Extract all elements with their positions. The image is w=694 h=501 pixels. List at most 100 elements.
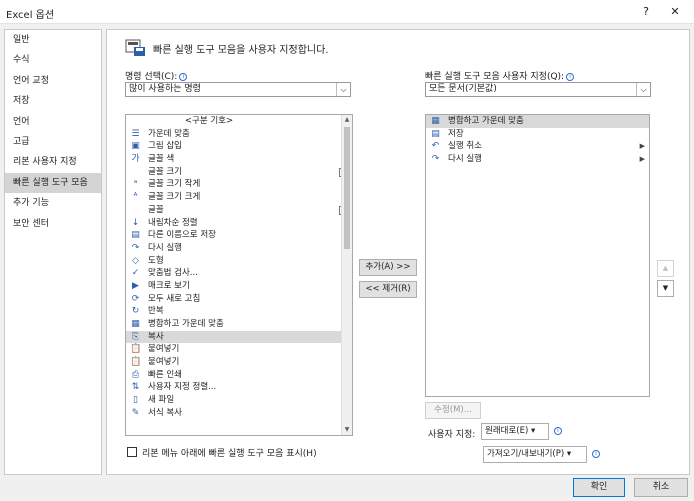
- list-item[interactable]: ⎘ 복사: [126, 330, 352, 344]
- nav-item[interactable]: 수식: [5, 50, 101, 70]
- submenu-arrow-icon: ▶: [639, 142, 645, 151]
- qat-commands-list[interactable]: ▦ 병합하고 가운데 맞춤 ▤ 저장 ↶ 실행 취소 ▶ ↷ 다시 실행 ▶: [425, 114, 650, 397]
- list-item[interactable]: ✎ 서식 복사: [126, 407, 352, 420]
- list-item-label: 도형: [148, 255, 164, 266]
- heading-text: 빠른 실행 도구 모음을 사용자 지정합니다.: [153, 44, 329, 56]
- list-item[interactable]: 📋 붙여넣기: [126, 343, 352, 356]
- list-item-label: 글꼴: [148, 204, 164, 215]
- list-item-label: 저장: [448, 128, 464, 139]
- nav-item[interactable]: 언어 교정: [5, 71, 101, 91]
- list-item-label: 서식 복사: [148, 407, 182, 418]
- import-export-dropdown[interactable]: 가져오기/내보내기(P) ▾: [483, 446, 587, 463]
- move-down-button[interactable]: ▼: [657, 280, 674, 297]
- list-item[interactable]: 글꼴I▾: [126, 204, 352, 217]
- list-item-label: 빠른 인쇄: [148, 369, 182, 380]
- list-item[interactable]: ᴬ 글꼴 크기 크게: [126, 191, 352, 204]
- command-icon: ◇: [132, 255, 139, 266]
- command-icon: 📋: [130, 344, 142, 355]
- nav-item[interactable]: 고급: [5, 132, 101, 152]
- customize-qat-text: 빠른 실행 도구 모음 사용자 지정(Q):: [425, 72, 565, 82]
- import-export-label: 가져오기/내보내기(P): [487, 449, 565, 459]
- list-item[interactable]: ↓ 내림차순 정렬: [126, 217, 352, 230]
- nav-item[interactable]: 리본 사용자 지정: [5, 152, 101, 172]
- customize-qat-label: 빠른 실행 도구 모음 사용자 지정(Q): i: [425, 69, 575, 82]
- list-item-label: 병합하고 가운데 맞춤: [148, 319, 224, 329]
- choose-commands-text: 명령 선택(C):: [125, 72, 178, 82]
- list-item[interactable]: 가글꼴 색▶: [126, 153, 352, 166]
- info-icon: i: [566, 72, 575, 81]
- nav-item[interactable]: 일반: [5, 30, 101, 50]
- list-item[interactable]: ▤ 다른 이름으로 저장: [126, 229, 352, 242]
- scroll-up-icon[interactable]: ▲: [342, 115, 352, 125]
- customize-qat-combo[interactable]: 모든 문서(기본값) ⌵: [425, 82, 651, 97]
- nav-item[interactable]: 빠른 실행 도구 모음: [5, 172, 101, 194]
- scroll-thumb[interactable]: [344, 127, 350, 249]
- list-item[interactable]: ↶ 실행 취소 ▶: [426, 140, 649, 153]
- command-icon: ▶: [132, 280, 139, 291]
- nav-item[interactable]: 보안 센터: [5, 214, 101, 234]
- list-item-label: 반복: [148, 306, 164, 317]
- nav-item[interactable]: 추가 기능: [5, 193, 101, 213]
- scroll-down-icon[interactable]: ▼: [342, 425, 352, 435]
- left-scrollbar[interactable]: ▲ ▼: [341, 115, 352, 435]
- available-commands-list[interactable]: <구분 기호> ☰ 가운데 맞춤 ▣ 그림 삽입가 글꼴 색 ▶ 글꼴 크기I▾ᵃ 글꼴 크기 …: [125, 114, 353, 436]
- cancel-button[interactable]: 취소: [634, 478, 688, 497]
- list-item[interactable]: ↷다시 실행▶: [126, 242, 352, 255]
- list-item[interactable]: ▶ 매크로 보기: [126, 280, 352, 293]
- list-item[interactable]: ↷다시 실행▶: [426, 153, 649, 166]
- list-item-label: 다른 이름으로 저장: [148, 230, 216, 241]
- list-item-label: <구분 기호>: [184, 116, 234, 126]
- list-item-label: 병합하고 가운데 맞춤: [448, 116, 524, 126]
- list-item-label: 복사: [148, 331, 164, 342]
- list-item-label: 내림차순 정렬: [148, 217, 198, 228]
- reset-dropdown[interactable]: 원래대로(E) ▾: [481, 423, 549, 440]
- customizations-label: 사용자 지정:: [428, 430, 476, 440]
- command-icon: [130, 167, 141, 178]
- options-nav: 일반 수식 언어 교정 저장 언어 고급 리본 사용자 지정 빠른 실행 도구 모음 추가 기능…: [4, 29, 102, 475]
- nav-item[interactable]: 언어: [5, 112, 101, 132]
- list-item-label: 그림 삽입: [148, 141, 182, 152]
- list-item-label: 붙여넣기: [148, 344, 180, 355]
- command-icon: ᵃ: [133, 179, 138, 190]
- list-item[interactable]: ⇅ 사용자 지정 정렬...: [126, 381, 352, 394]
- list-item[interactable]: ▦ 병합하고 가운데 맞춤: [426, 115, 649, 128]
- panel-heading: 빠른 실행 도구 모음을 사용자 지정합니다.: [125, 38, 328, 58]
- list-item-label: 맞춤법 검사...: [148, 268, 198, 279]
- list-item[interactable]: ◇도형▶: [126, 255, 352, 268]
- list-item[interactable]: <구분 기호>: [126, 115, 352, 128]
- list-item-label: 가운데 맞춤: [148, 128, 190, 139]
- add-button[interactable]: 추가(A) >>: [359, 259, 417, 276]
- modify-button[interactable]: 수정(M)...: [425, 402, 481, 419]
- list-item[interactable]: ✓ 맞춤법 검사...: [126, 267, 352, 280]
- list-item[interactable]: 📋붙여넣기▶: [126, 356, 352, 369]
- list-item-label: 글꼴 색: [148, 154, 175, 165]
- command-icon: ✓: [131, 268, 140, 279]
- list-item[interactable]: ▤ 저장: [426, 128, 649, 141]
- list-item[interactable]: 글꼴 크기I▾: [126, 166, 352, 179]
- remove-button[interactable]: << 제거(R): [359, 281, 417, 298]
- command-icon: ⟳: [131, 293, 140, 304]
- ok-button[interactable]: 확인: [573, 478, 625, 497]
- list-item[interactable]: ᵃ 글꼴 크기 작게: [126, 178, 352, 191]
- list-item[interactable]: ↻ 반복: [126, 305, 352, 318]
- move-up-button[interactable]: ▲: [657, 260, 674, 277]
- list-item[interactable]: ⎙ 빠른 인쇄: [126, 369, 352, 382]
- command-icon: ▯: [133, 395, 138, 406]
- nav-item[interactable]: 저장: [5, 91, 101, 111]
- window-title: Excel 옵션: [6, 10, 55, 21]
- choose-commands-combo[interactable]: 많이 사용하는 명령 ⌵: [125, 82, 351, 97]
- chevron-down-icon: ⌵: [636, 83, 650, 96]
- list-item[interactable]: ▯ 새 파일: [126, 394, 352, 407]
- list-item[interactable]: ▣ 그림 삽입: [126, 140, 352, 153]
- help-button[interactable]: ?: [633, 3, 659, 21]
- info-icon: i: [179, 72, 188, 81]
- list-item[interactable]: ⟳ 모두 새로 고침: [126, 293, 352, 306]
- info-icon: i: [554, 427, 562, 435]
- show-below-ribbon-checkbox[interactable]: [127, 447, 137, 457]
- list-item[interactable]: ▦ 병합하고 가운데 맞춤: [126, 318, 352, 331]
- qat-panel: 빠른 실행 도구 모음을 사용자 지정합니다. 명령 선택(C): i 많이 사용…: [106, 29, 690, 475]
- list-item-label: 새 파일: [148, 395, 175, 406]
- close-button[interactable]: ✕: [662, 3, 688, 21]
- list-item[interactable]: ☰ 가운데 맞춤: [126, 128, 352, 141]
- command-icon: ↶: [431, 141, 440, 152]
